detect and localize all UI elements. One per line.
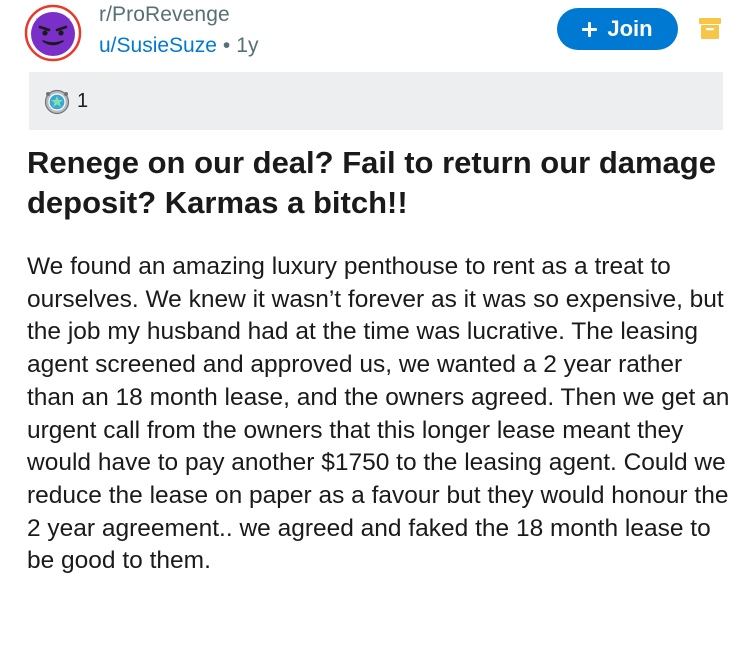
meta-separator: • [222, 34, 231, 57]
post-title[interactable]: Renege on our deal? Fail to return our d… [27, 143, 727, 223]
post-header: r/ProRevenge u/SusieSuze • 1y Join [0, 0, 753, 70]
subreddit-name[interactable]: r/ProRevenge [99, 3, 230, 27]
join-button[interactable]: Join [557, 8, 678, 50]
post-body: We found an amazing luxury penthouse to … [27, 253, 730, 575]
archive-box-icon[interactable] [698, 17, 722, 41]
post-age: 1y [236, 34, 259, 57]
subreddit-avatar-icon[interactable] [24, 4, 82, 62]
award-count: 1 [77, 90, 89, 112]
award-medal-icon[interactable] [44, 89, 70, 115]
author-link[interactable]: u/SusieSuze [99, 34, 217, 57]
post-meta: u/SusieSuze • 1y [99, 34, 258, 58]
plus-icon [582, 21, 598, 37]
awards-bar: 1 [29, 72, 723, 130]
join-label: Join [607, 16, 653, 41]
